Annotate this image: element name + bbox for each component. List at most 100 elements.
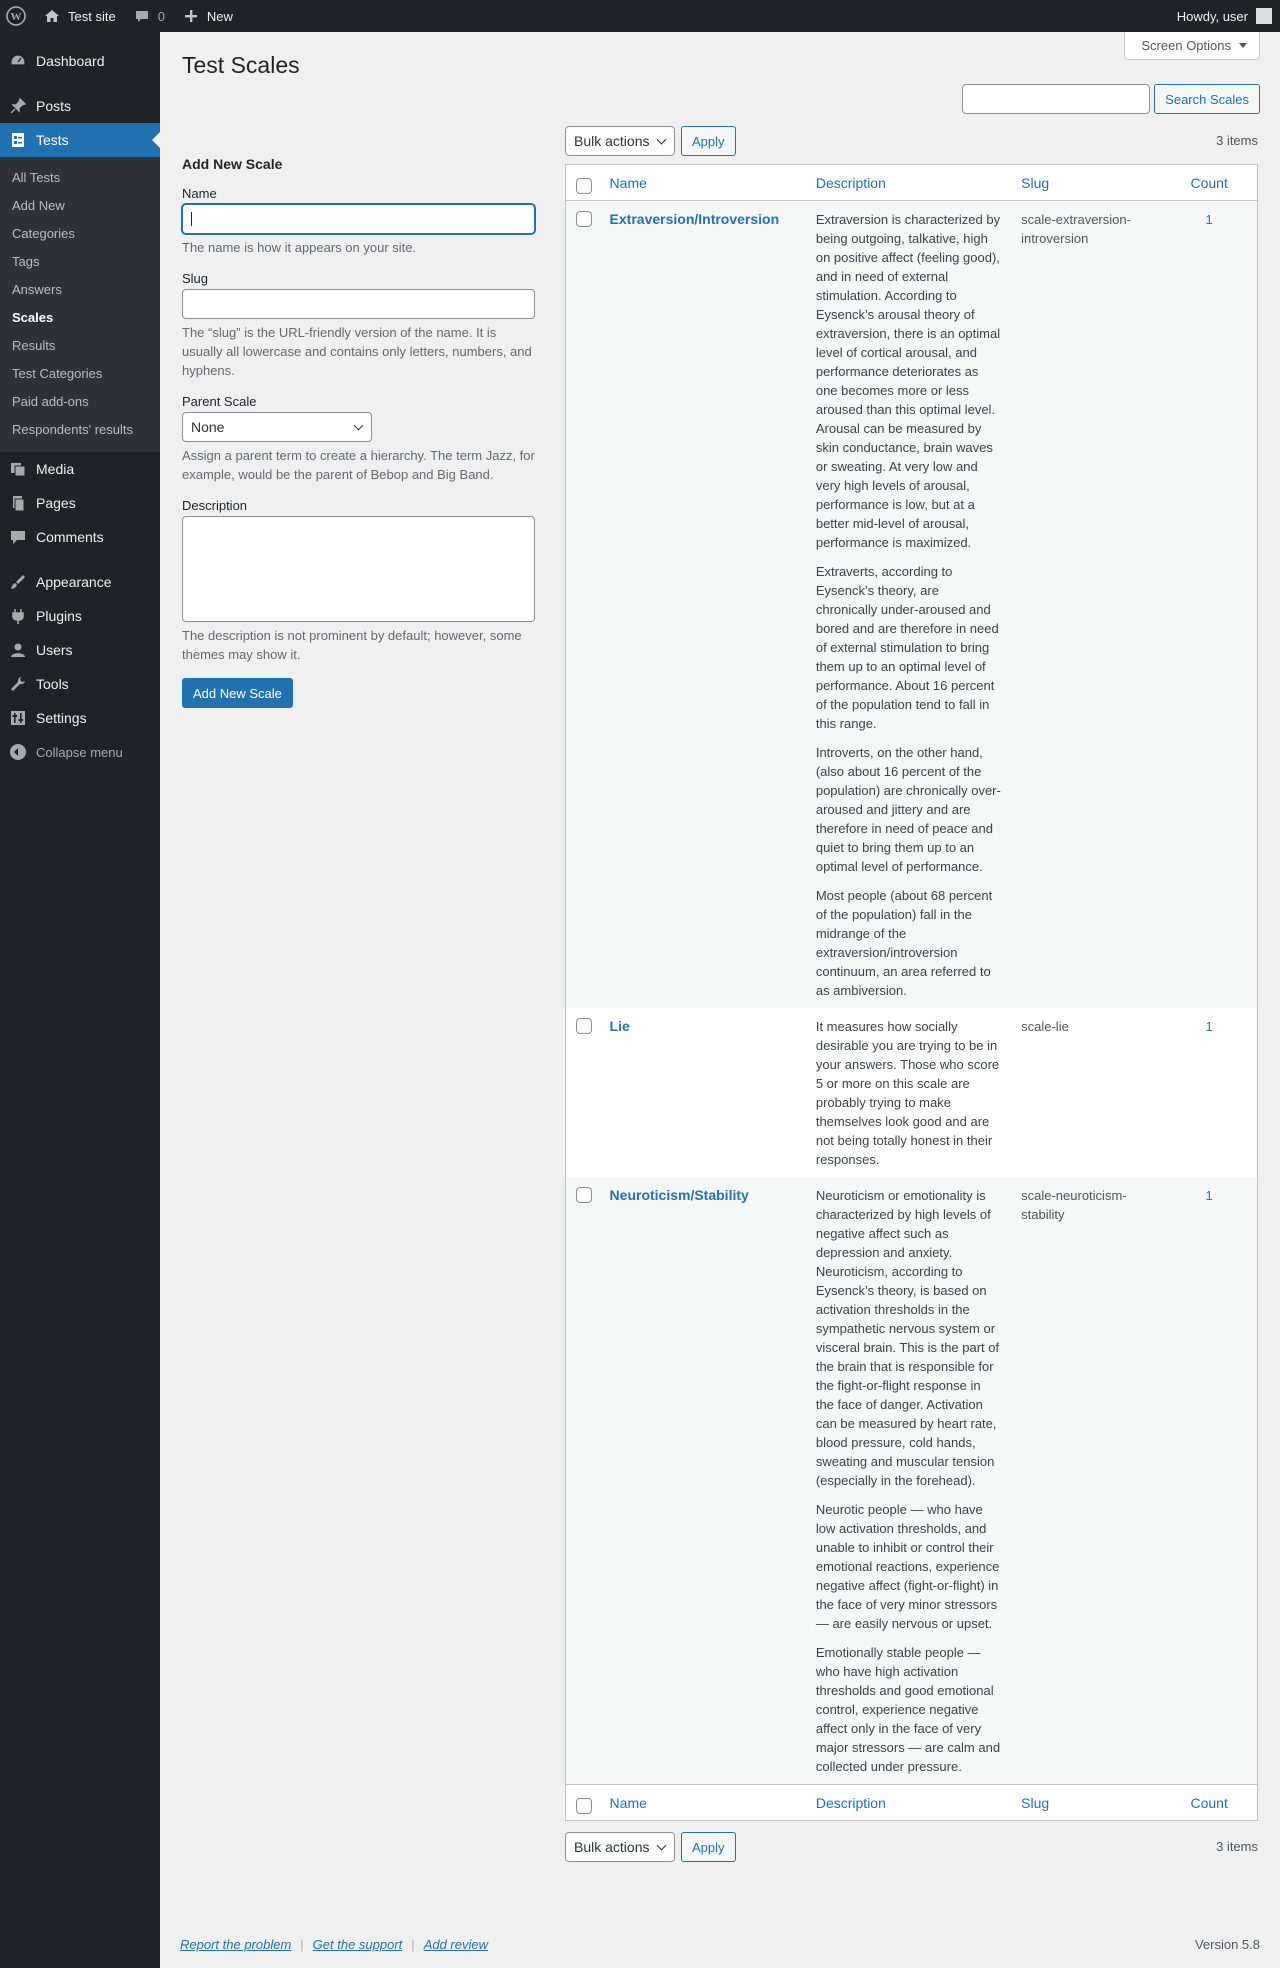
tablenav-top: Bulk actions Apply 3 items [565,126,1258,156]
submenu-tags[interactable]: Tags [0,248,160,276]
submenu-answers[interactable]: Answers [0,276,160,304]
bulk-actions-label: Bulk actions [574,133,650,149]
scale-description: It measures how socially desirable you a… [806,1008,1011,1177]
scale-count-link[interactable]: 1 [1206,1188,1213,1203]
sidebar-item-users[interactable]: Users [0,633,160,667]
slug-field[interactable] [182,289,535,319]
slug-help: The “slug” is the URL-friendly version o… [182,325,532,378]
bulk-actions-select[interactable]: Bulk actions [565,126,675,156]
apply-button[interactable]: Apply [681,126,736,156]
scale-count-link[interactable]: 1 [1206,1019,1213,1034]
select-all-checkbox-bottom[interactable] [576,1798,592,1814]
description-field[interactable] [182,516,535,622]
items-count-bottom: 3 items [1216,1839,1258,1854]
screen-options-label: Screen Options [1141,38,1231,53]
collapse-menu-button[interactable]: Collapse menu [0,735,160,769]
wrench-icon [8,674,28,694]
search-scales-button[interactable]: Search Scales [1154,84,1260,114]
new-content-link[interactable]: New [173,0,241,32]
scales-list: Bulk actions Apply 3 items Name Descript… [565,126,1258,1862]
sidebar-item-dashboard[interactable]: Dashboard [0,44,160,78]
user-icon [8,640,28,660]
apply-button-bottom[interactable]: Apply [681,1832,736,1862]
column-footer-description[interactable]: Description [805,1784,1012,1821]
search-input[interactable] [962,84,1151,114]
row-checkbox[interactable] [576,1187,592,1203]
scale-name-link[interactable]: Neuroticism/Stability [610,1187,749,1203]
wordpress-logo-icon[interactable]: W [0,0,34,32]
parent-scale-select[interactable]: None [182,412,372,442]
sidebar-item-label: Tests [36,132,69,148]
column-footer-name[interactable]: Name [599,1784,806,1821]
submenu-results[interactable]: Results [0,332,160,360]
sidebar-item-label: Comments [36,529,104,545]
column-footer-slug[interactable]: Slug [1011,1784,1162,1821]
chevron-down-icon [656,134,667,145]
scale-count-link[interactable]: 1 [1206,212,1213,227]
my-account[interactable]: Howdy, user [1177,8,1280,24]
row-checkbox-cell [565,1177,600,1785]
scale-description: Neuroticism or emotionality is character… [805,1177,1012,1785]
sidebar-item-label: Media [36,461,75,477]
caret-down-icon [1239,43,1247,48]
sidebar-item-settings[interactable]: Settings [0,701,160,735]
submenu-test-categories[interactable]: Test Categories [0,360,160,388]
add-new-scale-button[interactable]: Add New Scale [182,678,293,708]
column-header-description[interactable]: Description [805,164,1012,201]
comment-icon [8,527,28,547]
sidebar-item-plugins[interactable]: Plugins [0,599,160,633]
scale-slug: scale-extraversion-introversion [1011,200,1162,1008]
brush-icon [8,572,28,592]
sidebar-item-posts[interactable]: Posts [0,89,160,123]
sidebar-item-label: Posts [36,98,72,114]
column-footer-count[interactable]: Count [1161,1784,1258,1821]
site-name: Test site [68,8,116,24]
row-checkbox[interactable] [576,1018,592,1034]
sidebar-item-pages[interactable]: Pages [0,486,160,520]
report-problem-link[interactable]: Report the problem [180,1937,291,1952]
table-row: Lie It measures how socially desirable y… [566,1008,1258,1177]
sidebar-item-tools[interactable]: Tools [0,667,160,701]
screen-options-button[interactable]: Screen Options [1124,32,1260,60]
name-label: Name [182,186,217,201]
submenu-paid-addons[interactable]: Paid add-ons [0,388,160,416]
scales-table: Name Description Slug Count Extraversion… [565,164,1258,1821]
submenu-respondents-results[interactable]: Respondents' results [0,416,160,444]
sidebar-item-label: Dashboard [36,53,105,69]
scale-name-link[interactable]: Extraversion/Introversion [610,211,780,227]
sidebar-item-label: Users [36,642,73,658]
name-field[interactable] [182,204,535,234]
row-checkbox[interactable] [576,211,592,227]
column-header-count[interactable]: Count [1161,164,1258,201]
submenu-add-new[interactable]: Add New [0,192,160,220]
footer-links: Report the problem | Get the support | Add r… [180,1937,488,1952]
sidebar-item-appearance[interactable]: Appearance [0,565,160,599]
select-all-checkbox[interactable] [576,178,592,194]
select-all-cell [565,1784,600,1821]
chevron-down-icon [353,420,364,431]
bulk-actions-select-bottom[interactable]: Bulk actions [565,1832,675,1862]
sidebar-item-label: Tools [36,676,69,692]
form-heading: Add New Scale [182,156,283,172]
sidebar-item-tests[interactable]: Tests [0,123,160,157]
admin-bar: W Test site 0 New Howdy, user [0,0,1280,32]
sidebar-item-comments[interactable]: Comments [0,520,160,554]
admin-sidebar: Dashboard Posts Tests All Tests Add New … [0,32,160,1968]
submenu-all-tests[interactable]: All Tests [0,164,160,192]
add-review-link[interactable]: Add review [424,1937,488,1952]
sidebar-item-media[interactable]: Media [0,452,160,486]
howdy-text: Howdy, user [1176,8,1248,24]
column-header-slug[interactable]: Slug [1011,164,1162,201]
submenu-scales[interactable]: Scales [0,304,160,332]
settings-icon [8,708,28,728]
comments-link[interactable]: 0 [124,0,173,32]
scale-name-link[interactable]: Lie [610,1018,630,1034]
site-name-link[interactable]: Test site [34,0,124,32]
separator: | [411,1937,415,1952]
table-row: Neuroticism/Stability Neuroticism or emo… [565,1177,1258,1785]
scale-slug: scale-neuroticism-stability [1011,1177,1162,1785]
column-header-name[interactable]: Name [599,164,806,201]
submenu-categories[interactable]: Categories [0,220,160,248]
page-title: Test Scales [182,52,300,78]
get-support-link[interactable]: Get the support [313,1937,403,1952]
